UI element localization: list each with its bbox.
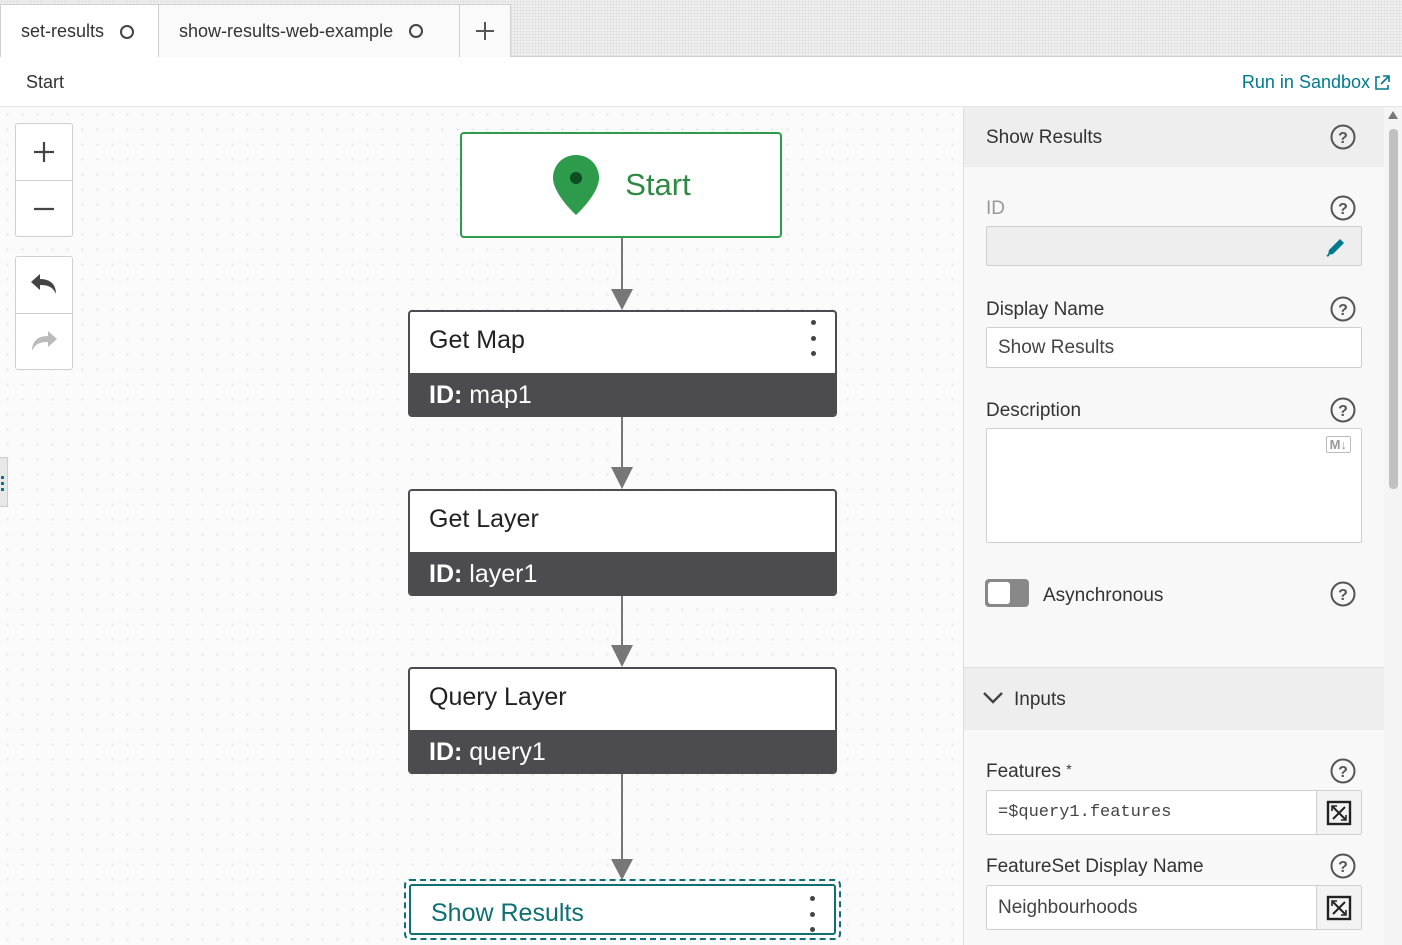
- inputs-section-header[interactable]: Inputs: [964, 667, 1385, 730]
- step-node-show-results[interactable]: Show Results: [404, 879, 841, 940]
- chevron-down-icon: [983, 692, 1003, 704]
- scroll-up-icon[interactable]: [1388, 111, 1398, 119]
- help-icon[interactable]: ?: [1330, 758, 1356, 784]
- step-id-bar: ID: layer1: [410, 552, 835, 594]
- step-id-value: query1: [469, 738, 546, 766]
- features-input[interactable]: =$query1.features: [986, 790, 1362, 835]
- asynchronous-toggle[interactable]: [985, 579, 1029, 607]
- step-id-bar: ID: query1: [410, 730, 835, 772]
- more-vertical-icon[interactable]: [808, 896, 816, 932]
- breadcrumb[interactable]: Start: [26, 72, 64, 93]
- id-field[interactable]: [986, 226, 1362, 266]
- step-id-label: ID:: [429, 381, 463, 409]
- features-value: =$query1.features: [998, 803, 1172, 822]
- plus-icon: [476, 22, 494, 40]
- run-in-sandbox-label: Run in Sandbox: [1241, 72, 1370, 92]
- svg-text:?: ?: [1338, 859, 1348, 876]
- description-label: Description: [986, 400, 1082, 421]
- selected-node-inner: Show Results: [409, 884, 836, 935]
- help-icon[interactable]: ?: [1330, 296, 1356, 322]
- asynchronous-label: Asynchronous: [1043, 585, 1164, 606]
- help-icon[interactable]: ?: [1330, 195, 1356, 221]
- svg-text:?: ?: [1338, 130, 1348, 147]
- expression-builder-button[interactable]: [1316, 886, 1361, 929]
- edit-pencil-icon[interactable]: [1325, 236, 1347, 258]
- features-label-text: Features: [986, 761, 1061, 782]
- expression-icon: [1326, 800, 1352, 825]
- tab-set-results[interactable]: set-results: [0, 4, 159, 58]
- tab-label: set-results: [21, 21, 105, 41]
- svg-text:?: ?: [1338, 302, 1348, 319]
- panel-header: Show Results ?: [964, 107, 1385, 167]
- toggle-knob: [988, 582, 1010, 604]
- featureset-value: Neighbourhoods: [998, 897, 1138, 918]
- svg-text:?: ?: [1338, 201, 1348, 218]
- panel-title: Show Results: [986, 127, 1103, 148]
- step-id-value: map1: [469, 381, 532, 409]
- unsaved-dot-icon[interactable]: [409, 24, 424, 38]
- featureset-display-name-label: FeatureSet Display Name: [986, 856, 1204, 877]
- map-pin-icon: [553, 155, 600, 215]
- step-id-bar: ID: map1: [410, 373, 835, 415]
- step-title: Get Map: [429, 326, 525, 354]
- expression-builder-button[interactable]: [1316, 791, 1361, 834]
- start-node[interactable]: Start: [460, 132, 782, 238]
- breadcrumb-bar: Start Run in Sandbox: [0, 57, 1402, 107]
- display-name-field[interactable]: Show Results: [986, 327, 1362, 368]
- help-icon[interactable]: ?: [1330, 853, 1356, 879]
- flow-canvas[interactable]: Start Get Map ID: map1 Get Layer ID: lay…: [0, 107, 963, 945]
- step-node-get-layer[interactable]: Get Layer ID: layer1: [408, 489, 837, 596]
- start-label: Start: [625, 167, 691, 202]
- unsaved-dot-icon[interactable]: [120, 24, 135, 39]
- svg-text:?: ?: [1338, 403, 1348, 420]
- scrollbar-thumb[interactable]: [1389, 129, 1398, 489]
- help-icon[interactable]: ?: [1330, 397, 1356, 423]
- inputs-section-title: Inputs: [1014, 689, 1066, 710]
- run-in-sandbox-link[interactable]: Run in Sandbox: [1242, 72, 1390, 93]
- expression-icon: [1326, 895, 1352, 920]
- properties-panel: Show Results ? ID ? Display Name ? Show …: [963, 107, 1402, 945]
- step-node-get-map[interactable]: Get Map ID: map1: [408, 310, 837, 417]
- svg-text:?: ?: [1338, 587, 1348, 604]
- help-icon[interactable]: ?: [1330, 124, 1356, 150]
- markdown-icon: M↓: [1325, 436, 1351, 453]
- step-node-query-layer[interactable]: Query Layer ID: query1: [408, 667, 837, 774]
- tab-show-results-web-example[interactable]: show-results-web-example: [158, 4, 460, 57]
- required-marker: *: [1066, 761, 1072, 777]
- more-vertical-icon[interactable]: [809, 320, 817, 356]
- description-field[interactable]: M↓: [986, 428, 1362, 543]
- external-link-icon: [1375, 74, 1390, 90]
- featureset-display-name-input[interactable]: Neighbourhoods: [986, 885, 1362, 930]
- features-label: Features *: [986, 761, 1072, 783]
- step-id-label: ID:: [429, 738, 463, 766]
- step-title: Query Layer: [429, 683, 567, 711]
- tab-label: show-results-web-example: [179, 20, 394, 41]
- display-name-label: Display Name: [986, 299, 1105, 320]
- step-title: Show Results: [431, 899, 584, 927]
- help-icon[interactable]: ?: [1330, 581, 1356, 607]
- id-label: ID: [986, 198, 1005, 219]
- step-title: Get Layer: [429, 505, 539, 533]
- step-id-label: ID:: [429, 560, 463, 588]
- svg-text:?: ?: [1338, 764, 1348, 781]
- tab-bar: set-results show-results-web-example: [0, 0, 1402, 58]
- panel-scrollbar[interactable]: [1384, 107, 1402, 945]
- add-tab-button[interactable]: [459, 4, 511, 57]
- step-id-value: layer1: [469, 560, 538, 588]
